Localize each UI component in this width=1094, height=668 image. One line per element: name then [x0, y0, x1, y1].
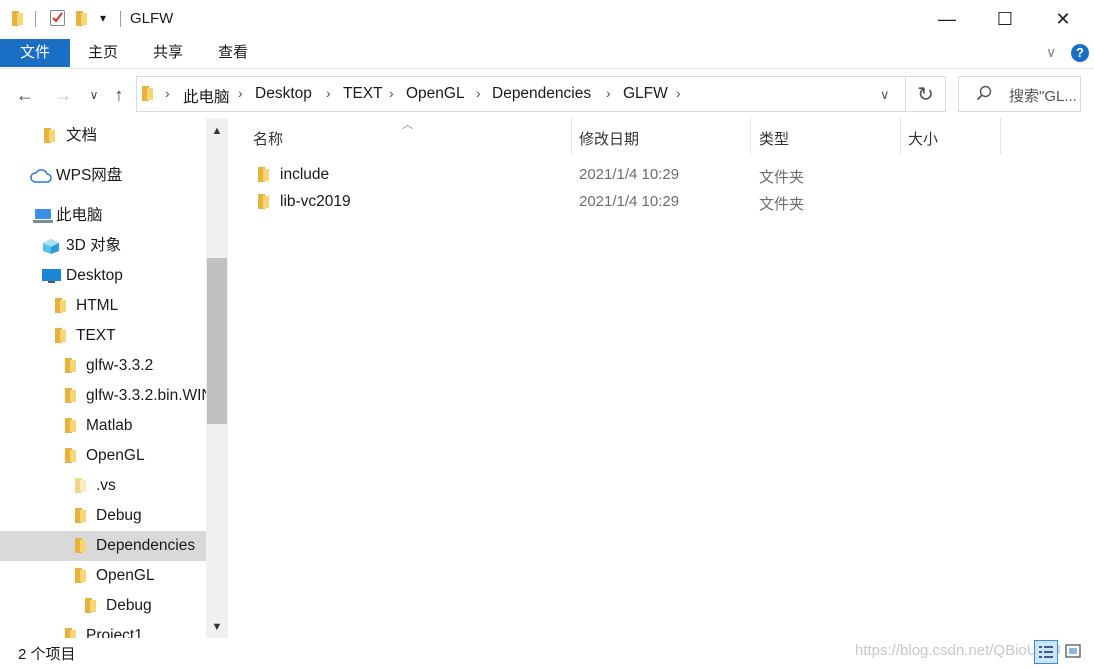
breadcrumb-desktop[interactable]: Desktop	[255, 85, 312, 103]
sidebar-item-text[interactable]: TEXT	[76, 321, 116, 351]
file-type: 文件夹	[759, 169, 805, 186]
sidebar-item-vs[interactable]: .vs	[96, 471, 116, 501]
divider	[120, 11, 121, 27]
tab-home[interactable]: 主页	[72, 39, 134, 67]
recent-locations-button[interactable]: ∨	[82, 82, 106, 108]
column-divider[interactable]	[571, 118, 572, 154]
hidden-folder-icon	[75, 478, 86, 493]
chevron-right-icon: ›	[238, 85, 243, 101]
chevron-right-icon: ›	[389, 85, 394, 101]
chevron-right-icon: ›	[476, 85, 481, 101]
scroll-up-icon[interactable]: ▲	[206, 121, 228, 141]
sidebar-item-opengl[interactable]: OpenGL	[86, 441, 145, 471]
sidebar-item-project1[interactable]: Project1	[86, 621, 143, 638]
watermark-text: https://blog.csdn.net/QBioUIoU	[855, 642, 1061, 659]
folder-icon	[75, 508, 86, 523]
address-dropdown-button[interactable]: ∨	[880, 87, 890, 103]
column-header-type[interactable]: 类型	[759, 128, 789, 149]
forward-button[interactable]: →	[51, 82, 75, 108]
folder-icon	[75, 538, 86, 553]
folder-icon	[65, 388, 76, 403]
collapse-ribbon-icon[interactable]: ∨	[1046, 44, 1056, 61]
maximize-button[interactable]: ☐	[976, 0, 1034, 38]
tab-view[interactable]: 查看	[202, 39, 264, 67]
sidebar-item-matlab[interactable]: Matlab	[86, 411, 133, 441]
breadcrumb-glfw[interactable]: GLFW	[623, 85, 668, 103]
sidebar-item-desktop[interactable]: Desktop	[66, 261, 123, 291]
folder-icon	[44, 128, 55, 143]
back-button[interactable]: ←	[13, 82, 37, 108]
folder-icon	[142, 86, 153, 101]
chevron-right-icon: ›	[606, 85, 611, 101]
sidebar-item-this-pc[interactable]: 此电脑	[56, 201, 103, 231]
refresh-button[interactable]: ↻	[906, 76, 946, 112]
file-modified: 2021/1/4 10:29	[579, 166, 680, 183]
computer-icon	[33, 208, 53, 228]
folder-icon	[75, 568, 86, 583]
file-name[interactable]: include	[280, 166, 329, 184]
folder-icon	[65, 628, 76, 638]
column-divider[interactable]	[750, 118, 751, 154]
column-header-modified[interactable]: 修改日期	[579, 128, 639, 149]
up-button[interactable]: ↑	[107, 82, 131, 108]
folder-icon	[65, 418, 76, 433]
sidebar-item-glfw[interactable]: glfw-3.3.2	[86, 351, 153, 381]
scroll-down-icon[interactable]: ▼	[206, 617, 228, 637]
sort-ascending-icon: ︿	[402, 119, 413, 131]
details-view-button[interactable]	[1034, 640, 1058, 664]
folder-icon	[65, 448, 76, 463]
chevron-right-icon: ›	[326, 85, 331, 101]
sidebar-item-wps-drive[interactable]: WPS网盘	[56, 161, 122, 191]
file-name[interactable]: lib-vc2019	[280, 193, 351, 211]
sidebar-item-3d-objects[interactable]: 3D 对象	[66, 231, 121, 261]
sidebar-scroll-thumb[interactable]	[207, 258, 227, 424]
folder-icon	[85, 598, 96, 613]
folder-icon	[258, 194, 269, 209]
sidebar-item-html[interactable]: HTML	[76, 291, 118, 321]
breadcrumb-dependencies[interactable]: Dependencies	[492, 85, 591, 103]
window-title: GLFW	[130, 10, 174, 27]
file-type: 文件夹	[759, 196, 805, 213]
folder-icon	[65, 358, 76, 373]
new-folder-icon[interactable]	[76, 11, 87, 26]
large-icons-view-button[interactable]	[1062, 640, 1086, 664]
status-item-count: 2 个项目	[18, 646, 76, 663]
breadcrumb-text[interactable]: TEXT	[343, 85, 383, 103]
cloud-icon	[30, 168, 52, 188]
folder-icon	[12, 11, 23, 26]
search-icon	[976, 85, 992, 105]
file-modified: 2021/1/4 10:29	[579, 193, 680, 210]
minimize-button[interactable]: —	[918, 0, 976, 38]
breadcrumb-opengl[interactable]: OpenGL	[406, 85, 465, 103]
column-divider[interactable]	[900, 118, 901, 154]
chevron-right-icon: ›	[165, 85, 170, 101]
sidebar-item-dependencies[interactable]: Dependencies	[96, 531, 195, 561]
tab-share[interactable]: 共享	[137, 39, 199, 67]
desktop-icon	[42, 268, 61, 288]
sidebar-item-opengl-sub[interactable]: OpenGL	[96, 561, 155, 591]
chevron-right-icon: ›	[676, 85, 681, 101]
folder-icon	[55, 328, 66, 343]
column-header-size[interactable]: 大小	[908, 128, 938, 149]
search-placeholder: 搜索"GL...	[1009, 88, 1077, 105]
sidebar-item-debug-sub[interactable]: Debug	[106, 591, 152, 621]
column-header-name[interactable]: 名称	[253, 128, 283, 149]
divider	[35, 11, 36, 27]
column-divider[interactable]	[1000, 118, 1001, 154]
folder-icon	[55, 298, 66, 313]
properties-icon[interactable]	[50, 10, 65, 26]
sidebar-item-debug[interactable]: Debug	[96, 501, 142, 531]
3d-objects-icon	[42, 238, 60, 259]
sidebar-item-glfw-bin[interactable]: glfw-3.3.2.bin.WIN	[86, 381, 206, 411]
help-icon[interactable]: ?	[1071, 44, 1089, 62]
breadcrumb-this-pc[interactable]: 此电脑	[183, 85, 230, 107]
sidebar-item-documents[interactable]: 文档	[66, 121, 97, 151]
folder-icon	[258, 167, 269, 182]
tab-file[interactable]: 文件	[0, 39, 70, 67]
close-button[interactable]: ✕	[1034, 0, 1092, 38]
customize-qat-icon[interactable]: ▾	[100, 11, 106, 25]
